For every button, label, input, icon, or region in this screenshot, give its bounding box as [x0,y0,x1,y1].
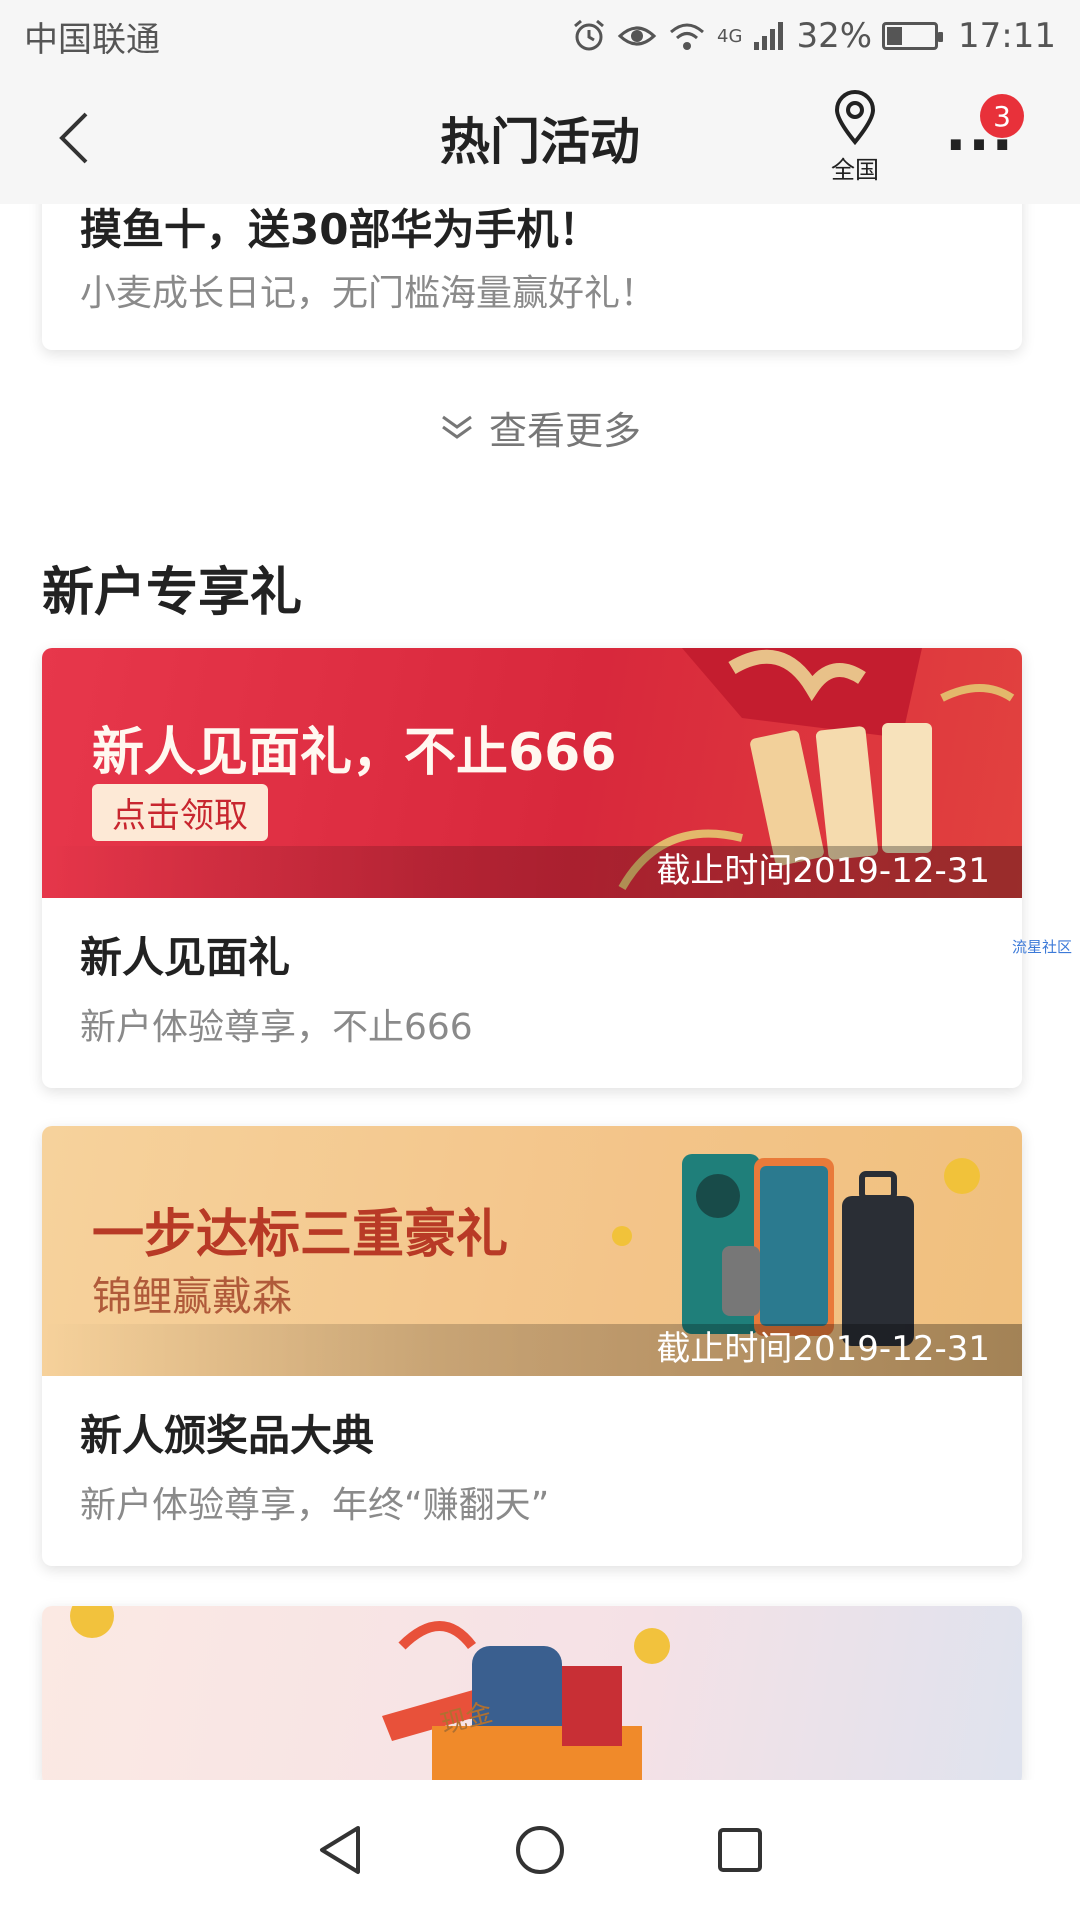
network-type: 4G [717,26,743,47]
banner-image[interactable]: 一步达标三重豪礼 锦鲤赢戴森 截止时间2019-12-31 [42,1126,1022,1376]
watermark: 流星社区 [1012,938,1073,956]
see-more-label: 查看更多 [488,409,641,453]
card-subtitle: 小麦成长日记，无门槛海量赢好礼！ [80,273,657,314]
activity-card-award-ceremony[interactable]: 一步达标三重豪礼 锦鲤赢戴森 截止时间2019-12-31 新人颁奖品大典 新户… [42,1126,1022,1566]
eye-icon [617,18,657,54]
notification-badge: 3 [980,94,1024,138]
alarm-icon [571,18,607,54]
nav-recents-button[interactable] [700,1810,780,1890]
double-chevron-down-icon [442,415,472,439]
banner-headline: 新人见面礼，不止666 [92,723,617,783]
section-title: 新户专享礼 [42,563,303,623]
banner-image[interactable]: 现金 [42,1606,1022,1780]
nav-home-button[interactable] [500,1810,580,1890]
activity-card-partial[interactable]: 现金 [42,1606,1022,1780]
triangle-back-icon [320,1826,360,1874]
activity-card[interactable]: 摸鱼十，送30部华为手机！ 小麦成长日记，无门槛海量赢好礼！ [42,204,1022,350]
gift-box-illustration [70,1606,670,1780]
banner-headline: 一步达标三重豪礼 [92,1205,509,1265]
claim-button[interactable]: 点击领取 [92,784,268,841]
activity-card-new-user-gift[interactable]: 新人见面礼，不止666 点击领取 截止时间2019-12-31 新人见面礼 新户… [42,648,1022,1088]
card-title: 新人颁奖品大典 [80,1411,375,1460]
circle-home-icon [516,1826,564,1874]
banner-subheadline: 锦鲤赢戴森 [92,1274,292,1320]
card-title: 新人见面礼 [80,933,291,982]
clock: 17:11 [958,16,1056,56]
card-body: 新人见面礼 新户体验尊享，不止666 [42,898,1022,1088]
back-button[interactable] [36,100,112,176]
wifi-icon [667,18,707,54]
content-scroll[interactable]: 摸鱼十，送30部华为手机！ 小麦成长日记，无门槛海量赢好礼！ 查看更多 新户专享… [0,204,1080,1780]
back-arrow-icon [59,112,88,164]
title-bar: 热门活动 全国 ··· 3 [0,72,1080,204]
banner-image[interactable]: 新人见面礼，不止666 点击领取 截止时间2019-12-31 [42,648,1022,898]
battery-icon [882,22,944,50]
carrier-label: 中国联通 [24,19,160,60]
signal-icon [752,20,786,52]
location-pin-icon [834,90,876,146]
square-recents-icon [718,1828,762,1872]
battery-percent: 32% [796,16,873,56]
card-subtitle: 新户体验尊享，年终“赚翻天” [80,1485,550,1526]
location-label: 全国 [831,156,879,184]
page-title: 热门活动 [440,113,640,171]
card-title: 摸鱼十，送30部华为手机！ [80,205,601,254]
system-nav-bar [0,1780,1080,1920]
status-icons: 4G 32% 17:11 [571,16,1056,56]
deadline-label: 截止时间2019-12-31 [656,1329,990,1369]
status-bar: 中国联通 4G 32% 17:11 [0,0,1080,72]
card-body: 新人颁奖品大典 新户体验尊享，年终“赚翻天” [42,1376,1022,1566]
deadline-label: 截止时间2019-12-31 [656,851,990,891]
see-more-button[interactable]: 查看更多 [0,400,1080,455]
location-selector[interactable]: 全国 [810,90,900,190]
more-button[interactable]: ··· 3 [940,94,1024,182]
nav-back-button[interactable] [300,1810,380,1890]
card-subtitle: 新户体验尊享，不止666 [80,1007,473,1048]
